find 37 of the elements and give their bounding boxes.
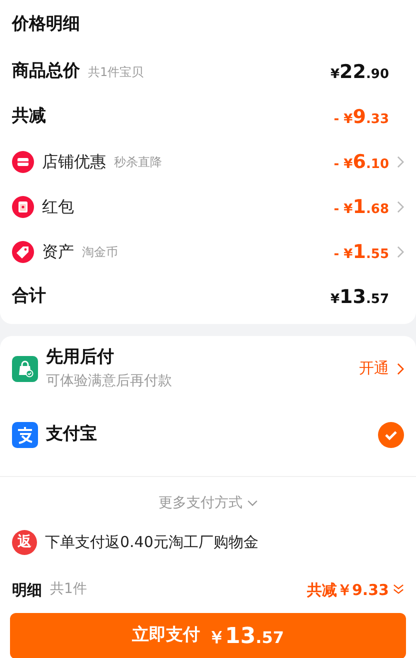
cashback-badge: 返	[12, 530, 37, 554]
row-label: 商品总价	[12, 60, 80, 84]
row-label: 红包	[42, 196, 74, 218]
activate-link[interactable]: 开通	[359, 357, 389, 380]
row-label: 店铺优惠	[42, 151, 106, 173]
pay-now-button[interactable]: 立即支付 ￥13.57	[10, 613, 406, 658]
price-amount: - ¥9.33	[334, 104, 389, 130]
price-amount: ¥22.90	[330, 60, 389, 85]
row-label: 共减	[12, 105, 46, 128]
price-amount: ¥13.57	[330, 284, 389, 310]
shopping-bag-icon	[12, 356, 38, 382]
payment-method[interactable]: 先用后付 可体验满意后再付款 开通	[0, 336, 416, 402]
chevron-down-icon	[246, 500, 258, 506]
row-note: 淘金币	[82, 244, 118, 261]
payment-method[interactable]: 支付宝	[0, 402, 416, 468]
price-amount: - ¥1.55	[334, 240, 389, 265]
row-label: 资产	[42, 241, 74, 263]
row-note: 秒杀直降	[114, 154, 162, 171]
store-icon	[12, 151, 34, 173]
double-chevron-down-icon	[393, 584, 404, 596]
tag-icon	[12, 241, 34, 263]
method-subtitle: 可体验满意后再付款	[46, 372, 173, 391]
price-amount: - ¥6.10	[334, 150, 389, 175]
item-count: 共1件	[50, 580, 87, 600]
method-title: 先用后付	[46, 346, 115, 370]
price-amount: - ¥1.68	[334, 194, 389, 220]
row-label: 合计	[12, 285, 46, 308]
method-title: 支付宝	[46, 422, 98, 446]
row-note: 共1件宝贝	[88, 64, 144, 81]
alipay-icon	[12, 422, 38, 448]
section-title: 价格明细	[12, 13, 80, 36]
discount-summary[interactable]: 共减￥9.33	[306, 578, 404, 601]
detail-label: 明细	[12, 580, 42, 600]
chevron-right-icon	[397, 362, 404, 374]
envelope-icon	[12, 196, 34, 218]
cashback-text: 下单支付返0.40元淘工厂购物金	[45, 532, 258, 553]
more-payment-link[interactable]: 更多支付方式	[158, 492, 258, 514]
